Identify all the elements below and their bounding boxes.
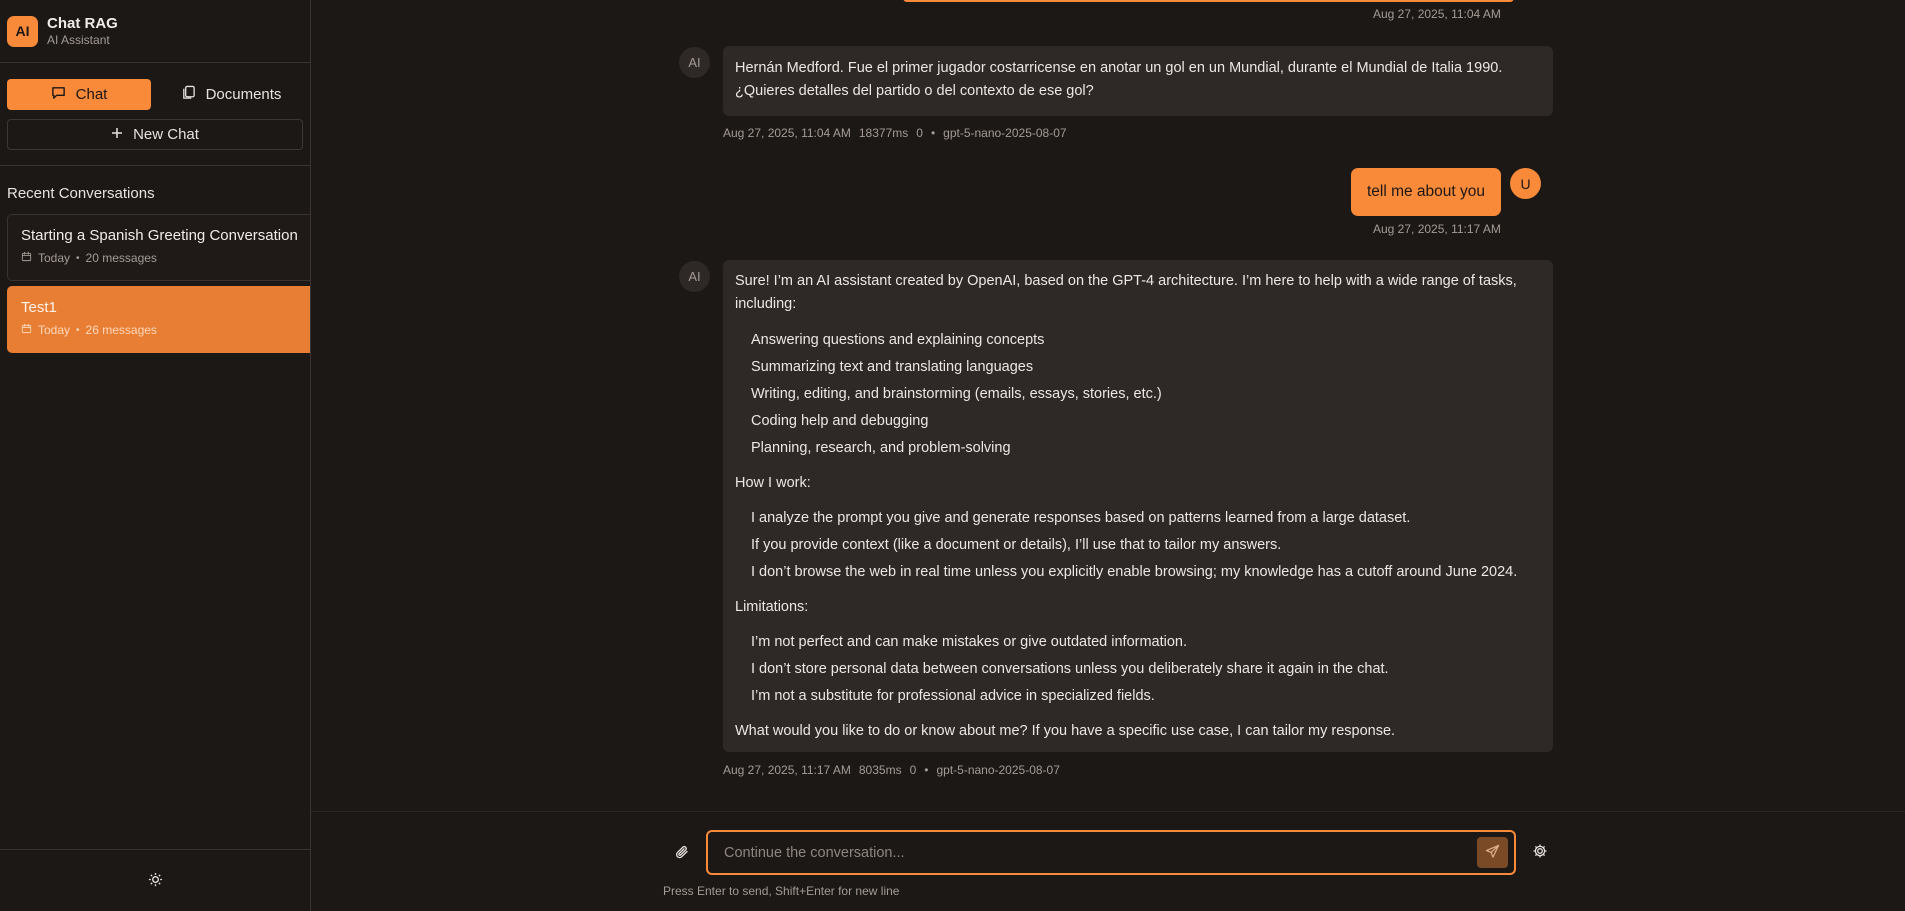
conversation-date: Today xyxy=(38,323,71,337)
tab-chat-label: Chat xyxy=(75,86,108,103)
calendar-icon xyxy=(21,251,32,265)
message-timestamp: Aug 27, 2025, 11:17 AM xyxy=(1373,222,1501,236)
previous-user-bubble-edge xyxy=(903,0,1514,2)
conversation-count: 20 messages xyxy=(85,251,157,265)
app-logo: AI xyxy=(7,15,38,47)
composer: Press Enter to send, Shift+Enter for new… xyxy=(311,811,1905,911)
tab-documents[interactable]: Documents xyxy=(159,79,303,110)
plus-icon xyxy=(111,126,123,143)
list-item: I don’t browse the web in real time unle… xyxy=(751,564,1518,580)
message-input-wrapper xyxy=(706,830,1516,875)
user-avatar: U xyxy=(1510,168,1541,199)
documents-icon xyxy=(181,85,196,104)
list-item: I analyze the prompt you give and genera… xyxy=(751,510,1411,526)
settings-button[interactable] xyxy=(1529,841,1551,863)
gear-icon xyxy=(1532,843,1548,862)
separator-dot: • xyxy=(924,763,929,777)
conversation-count: 26 messages xyxy=(85,323,157,337)
list-item: Answering questions and explaining conce… xyxy=(751,332,1045,348)
list-item: Coding help and debugging xyxy=(751,413,929,429)
send-icon xyxy=(1485,844,1500,862)
list-item: If you provide context (like a document … xyxy=(751,537,1282,553)
model-name: gpt-5-nano-2025-08-07 xyxy=(936,763,1060,777)
conversation-list: Starting a Spanish Greeting Conversation… xyxy=(0,214,310,353)
conversation-date: Today xyxy=(38,251,71,265)
list-item: Planning, research, and problem-solving xyxy=(751,440,1011,456)
user-message-bubble: tell me about you xyxy=(1351,168,1501,216)
message-timestamp: Aug 27, 2025, 11:04 AM xyxy=(1373,7,1501,21)
list-item: Writing, editing, and brainstorming (ema… xyxy=(751,386,1162,402)
message-timestamp: Aug 27, 2025, 11:17 AM xyxy=(723,763,851,777)
sun-icon xyxy=(148,872,163,890)
recent-conversations-title: Recent Conversations xyxy=(7,185,155,202)
message-text: tell me about you xyxy=(1366,183,1486,200)
how-list: I analyze the prompt you give and genera… xyxy=(735,505,1541,586)
message-text: Hernán Medford. Fue el primer jugador co… xyxy=(735,60,1503,76)
message-input[interactable] xyxy=(724,841,1464,865)
new-chat-label: New Chat xyxy=(133,126,199,143)
list-item: I’m not a substitute for professional ad… xyxy=(751,688,1155,704)
message-meta: Aug 27, 2025, 11:04 AM 18377ms 0 • gpt-5… xyxy=(723,126,1067,140)
task-list: Answering questions and explaining conce… xyxy=(735,327,1541,462)
ai-avatar: AI xyxy=(679,261,710,292)
limits-list: I’m not perfect and can make mistakes or… xyxy=(735,629,1541,710)
nav-tabs: Chat Documents xyxy=(0,63,310,110)
list-item: I don’t store personal data between conv… xyxy=(751,661,1389,677)
ai-message-bubble: Hernán Medford. Fue el primer jugador co… xyxy=(723,46,1553,116)
app-title: Chat RAG xyxy=(47,14,118,32)
message-meta: Aug 27, 2025, 11:17 AM 8035ms 0 • gpt-5-… xyxy=(723,763,1060,777)
response-duration: 18377ms xyxy=(858,126,909,140)
sidebar-footer xyxy=(0,849,310,911)
paperclip-icon xyxy=(674,844,690,863)
conversation-item[interactable]: Starting a Spanish Greeting Conversation… xyxy=(7,214,310,281)
sidebar: AI Chat RAG AI Assistant Chat Documents … xyxy=(0,0,311,911)
theme-toggle-button[interactable] xyxy=(144,870,166,892)
token-count: 0 xyxy=(909,763,917,777)
tab-chat[interactable]: Chat xyxy=(7,79,151,110)
message-text: ¿Quieres detalles del partido o del cont… xyxy=(735,83,1094,99)
ai-avatar: AI xyxy=(679,47,710,78)
tab-documents-label: Documents xyxy=(205,86,282,103)
conversation-title: Starting a Spanish Greeting Conversation xyxy=(21,227,298,244)
app-subtitle: AI Assistant xyxy=(47,32,110,47)
input-hint: Press Enter to send, Shift+Enter for new… xyxy=(663,884,900,898)
message-text: including: xyxy=(735,296,797,312)
section-heading: How I work: xyxy=(735,475,811,491)
calendar-icon xyxy=(21,323,32,337)
list-item: Summarizing text and translating languag… xyxy=(751,359,1034,375)
message-text: What would you like to do or know about … xyxy=(735,723,1396,739)
brand-header: AI Chat RAG AI Assistant xyxy=(0,0,310,63)
response-duration: 8035ms xyxy=(858,763,902,777)
separator-dot: • xyxy=(76,324,80,336)
new-chat-button[interactable]: New Chat xyxy=(7,119,303,150)
model-name: gpt-5-nano-2025-08-07 xyxy=(943,126,1067,140)
section-heading: Limitations: xyxy=(735,599,809,615)
message-text: Sure! I’m an AI assistant created by Ope… xyxy=(735,273,1517,289)
attach-button[interactable] xyxy=(671,842,693,864)
conversation-item-active[interactable]: Test1 Today • 26 messages xyxy=(7,286,310,353)
send-button[interactable] xyxy=(1477,837,1508,868)
separator-dot: • xyxy=(930,126,936,140)
conversation-title: Test1 xyxy=(21,299,57,316)
ai-message-bubble: Sure! I’m an AI assistant created by Ope… xyxy=(723,260,1553,752)
list-item: I’m not perfect and can make mistakes or… xyxy=(751,634,1188,650)
chat-area: Aug 27, 2025, 11:04 AM AI Hernán Medford… xyxy=(311,0,1905,811)
separator-dot: • xyxy=(76,252,80,264)
chat-bubble-icon xyxy=(51,85,66,104)
message-timestamp: Aug 27, 2025, 11:04 AM xyxy=(723,126,851,140)
token-count: 0 xyxy=(916,126,923,140)
